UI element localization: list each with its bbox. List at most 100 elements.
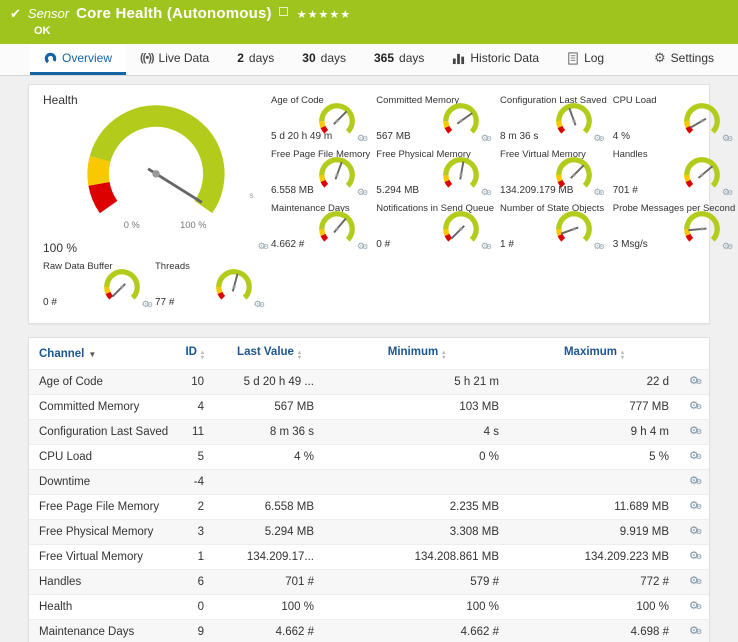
- channel-name: Health: [29, 595, 169, 620]
- gauge-dial: [438, 210, 484, 248]
- scale-min-label: 0 %: [124, 220, 140, 230]
- gauge-settings-icon[interactable]: ⚙⚙: [593, 187, 604, 198]
- gauge-settings-icon[interactable]: ⚙⚙: [357, 133, 368, 144]
- sensor-title: Core Health (Autonomous): [76, 5, 272, 22]
- gauge-settings-icon[interactable]: ⚙⚙: [258, 241, 269, 252]
- sensor-status-text: OK: [34, 25, 728, 37]
- channel-name: Free Physical Memory: [29, 520, 169, 545]
- table-row: Health 0 100 % 100 % 100 % ⚙⚙: [29, 595, 709, 620]
- column-header-minimum[interactable]: Minimum▴▾: [324, 338, 509, 370]
- sensor-header: ✔ Sensor Core Health (Autonomous) ★★★★★ …: [0, 0, 738, 44]
- health-gauge-dial: 0 % 100 % s: [53, 101, 259, 241]
- gauge-health[interactable]: Health 0 % 100 % s 100 % ⚙⚙: [43, 93, 271, 255]
- gauge-settings-icon[interactable]: ⚙⚙: [254, 299, 265, 310]
- gauge-settings-icon[interactable]: ⚙⚙: [593, 241, 604, 252]
- tab-bar: Overview ((•)) Live Data 2 days 30 days …: [0, 44, 738, 76]
- column-header-last-value[interactable]: Last Value▴▾: [214, 338, 324, 370]
- status-check-icon: ✔: [10, 6, 21, 22]
- table-row: Age of Code 10 5 d 20 h 49 ... 5 h 21 m …: [29, 370, 709, 395]
- gauge-settings-icon[interactable]: ⚙⚙: [357, 187, 368, 198]
- gauge-configuration-last-saved[interactable]: Configuration Last Saved 8 m 36 s ⚙⚙: [500, 93, 607, 147]
- sensor-kind-label: Sensor: [28, 6, 69, 21]
- gauge-settings-icon[interactable]: ⚙⚙: [481, 133, 492, 144]
- table-row: Free Physical Memory 3 5.294 MB 3.308 MB…: [29, 520, 709, 545]
- table-row: Configuration Last Saved 11 8 m 36 s 4 s…: [29, 420, 709, 445]
- gauge-settings-icon[interactable]: ⚙⚙: [722, 133, 733, 144]
- gauge-raw-data-buffer[interactable]: Raw Data Buffer 0 # ⚙⚙: [43, 259, 155, 313]
- main-content: Health 0 % 100 % s 100 % ⚙⚙ Age of Code …: [0, 76, 738, 642]
- gauge-value: 100 %: [43, 241, 77, 255]
- table-row: Downtime -4 ⚙⚙: [29, 470, 709, 495]
- gauge-settings-icon[interactable]: ⚙⚙: [722, 241, 733, 252]
- gauge-free-page-file-memory[interactable]: Free Page File Memory 6.558 MB ⚙⚙: [271, 147, 370, 201]
- tab-historic-data[interactable]: Historic Data: [438, 44, 553, 75]
- gauges-panel: Health 0 % 100 % s 100 % ⚙⚙ Age of Code …: [28, 84, 710, 324]
- tab-settings[interactable]: ⚙ Settings: [640, 44, 728, 75]
- column-header-maximum[interactable]: Maximum▴▾: [509, 338, 679, 370]
- gauge-maintenance-days[interactable]: Maintenance Days 4.662 # ⚙⚙: [271, 201, 370, 255]
- gauge-settings-icon[interactable]: ⚙⚙: [481, 187, 492, 198]
- table-row: Free Virtual Memory 1 134.209.17... 134.…: [29, 545, 709, 570]
- gauge-settings-icon[interactable]: ⚙⚙: [722, 187, 733, 198]
- small-gauges-grid: Age of Code 5 d 20 h 49 m ⚙⚙ Committed M…: [271, 93, 735, 255]
- sort-icon: ▴▾: [298, 351, 301, 361]
- channel-settings-icon[interactable]: ⚙⚙: [689, 475, 702, 487]
- live-data-icon: ((•)): [140, 52, 154, 64]
- gauge-settings-icon[interactable]: ⚙⚙: [481, 241, 492, 252]
- channel-name: Configuration Last Saved: [29, 420, 169, 445]
- gauge-settings-icon[interactable]: ⚙⚙: [357, 241, 368, 252]
- tab-overview[interactable]: Overview: [30, 44, 126, 75]
- tab-2-days[interactable]: 2 days: [223, 44, 288, 75]
- channel-name: Age of Code: [29, 370, 169, 395]
- channel-settings-icon[interactable]: ⚙⚙: [689, 525, 702, 537]
- channel-settings-icon[interactable]: ⚙⚙: [689, 600, 702, 612]
- channel-name: CPU Load: [29, 445, 169, 470]
- gauge-notifications-in-send-queue[interactable]: Notifications in Send Queue 0 # ⚙⚙: [376, 201, 494, 255]
- column-header-id[interactable]: ID▴▾: [169, 338, 214, 370]
- channel-name: Maintenance Days: [29, 620, 169, 642]
- channel-settings-icon[interactable]: ⚙⚙: [689, 400, 702, 412]
- gauge-threads[interactable]: Threads 77 # ⚙⚙: [155, 259, 267, 313]
- channel-settings-icon[interactable]: ⚙⚙: [689, 625, 702, 637]
- column-header-channel[interactable]: Channel▼: [29, 338, 169, 370]
- scale-max-label: 100 %: [180, 220, 206, 230]
- channel-settings-icon[interactable]: ⚙⚙: [689, 500, 702, 512]
- channel-settings-icon[interactable]: ⚙⚙: [689, 375, 702, 387]
- gauge-dial: [679, 210, 725, 248]
- channel-settings-icon[interactable]: ⚙⚙: [689, 425, 702, 437]
- gauge-free-virtual-memory[interactable]: Free Virtual Memory 134.209.179 MB ⚙⚙: [500, 147, 607, 201]
- tab-30-days[interactable]: 30 days: [288, 44, 360, 75]
- gauge-committed-memory[interactable]: Committed Memory 567 MB ⚙⚙: [376, 93, 494, 147]
- sort-desc-icon: ▼: [88, 350, 96, 359]
- gauge-cpu-load[interactable]: CPU Load 4 % ⚙⚙: [613, 93, 736, 147]
- channel-settings-icon[interactable]: ⚙⚙: [689, 550, 702, 562]
- gauge-free-physical-memory[interactable]: Free Physical Memory 5.294 MB ⚙⚙: [376, 147, 494, 201]
- gauge-dial: [211, 268, 257, 306]
- gauge-number-of-state-objects[interactable]: Number of State Objects 1 # ⚙⚙: [500, 201, 607, 255]
- channel-name: Downtime: [29, 470, 169, 495]
- gauge-handles[interactable]: Handles 701 # ⚙⚙: [613, 147, 736, 201]
- gauge-dial: [551, 102, 597, 140]
- log-document-icon: [567, 52, 579, 65]
- tab-log[interactable]: Log: [553, 44, 618, 75]
- tab-365-days[interactable]: 365 days: [360, 44, 438, 75]
- gauge-age-of-code[interactable]: Age of Code 5 d 20 h 49 m ⚙⚙: [271, 93, 370, 147]
- channels-table: Channel▼ ID▴▾ Last Value▴▾ Minimum▴▾ Max…: [29, 338, 709, 642]
- table-row: CPU Load 5 4 % 0 % 5 % ⚙⚙: [29, 445, 709, 470]
- sensor-type-badge-icon: [279, 7, 288, 16]
- gauge-settings-icon[interactable]: ⚙⚙: [593, 133, 604, 144]
- table-row: Free Page File Memory 2 6.558 MB 2.235 M…: [29, 495, 709, 520]
- channel-settings-icon[interactable]: ⚙⚙: [689, 575, 702, 587]
- gauge-dial: [679, 156, 725, 194]
- gauge-dial: [438, 102, 484, 140]
- tab-live-data[interactable]: ((•)) Live Data: [126, 44, 223, 75]
- priority-stars[interactable]: ★★★★★: [297, 8, 351, 21]
- gauge-settings-icon[interactable]: ⚙⚙: [142, 299, 153, 310]
- gauge-probe-messages-per-second[interactable]: Probe Messages per Second 3 Msg/s ⚙⚙: [613, 201, 736, 255]
- sort-icon: ▴▾: [621, 351, 624, 361]
- extra-gauges-row: Raw Data Buffer 0 # ⚙⚙ Threads 77 # ⚙⚙: [43, 259, 695, 313]
- gauge-dial: [314, 210, 360, 248]
- table-row: Handles 6 701 # 579 # 772 # ⚙⚙: [29, 570, 709, 595]
- gauge-dial: [314, 156, 360, 194]
- channel-settings-icon[interactable]: ⚙⚙: [689, 450, 702, 462]
